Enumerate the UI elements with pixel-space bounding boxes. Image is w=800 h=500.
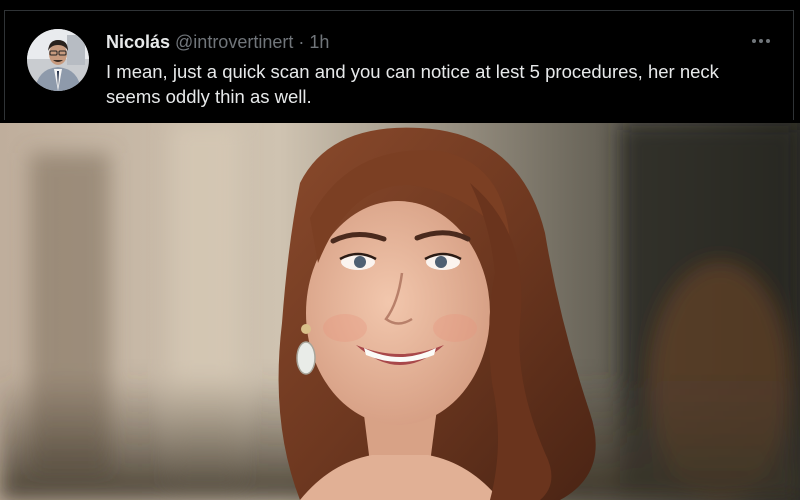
more-dot xyxy=(752,39,756,43)
more-dot xyxy=(759,39,763,43)
tweet[interactable]: Nicolás @introvertinert · 1h I mean, jus… xyxy=(4,10,794,120)
avatar[interactable] xyxy=(27,29,89,91)
photo-image xyxy=(0,123,800,500)
avatar-image xyxy=(27,29,89,91)
user-handle[interactable]: @introvertinert xyxy=(175,32,293,53)
tweet-photo[interactable] xyxy=(0,123,800,500)
display-name[interactable]: Nicolás xyxy=(106,32,170,53)
screen: Nicolás @introvertinert · 1h I mean, jus… xyxy=(0,0,800,500)
timestamp[interactable]: 1h xyxy=(309,32,329,53)
more-icon[interactable] xyxy=(747,29,775,53)
more-dot xyxy=(766,39,770,43)
separator: · xyxy=(298,31,305,52)
tweet-text: I mean, just a quick scan and you can no… xyxy=(106,61,719,107)
tweet-header: Nicolás @introvertinert · 1h xyxy=(106,31,329,53)
